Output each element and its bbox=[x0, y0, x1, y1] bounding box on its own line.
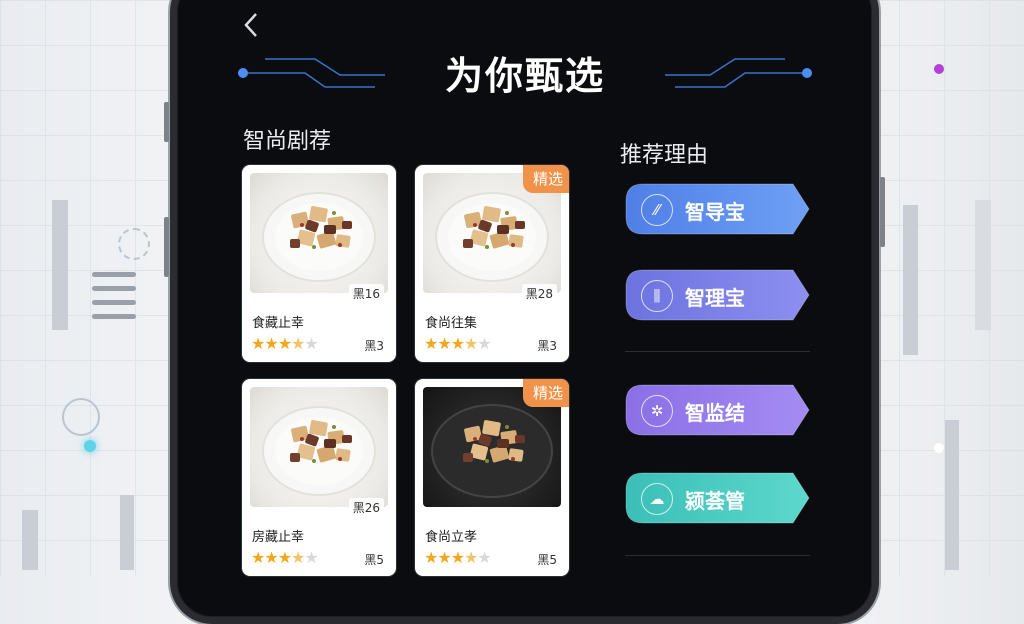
star-icon: ★ bbox=[291, 548, 305, 567]
star-icon: ★ bbox=[424, 548, 438, 567]
price-tag: 黑16 bbox=[348, 284, 384, 303]
phone-frame: 为你甄选 智尚剧荐 推荐理由 黑16 食藏止幸 ★★★★★ 黑3 精选 黑28 … bbox=[164, 0, 885, 624]
phone-side-button bbox=[164, 102, 169, 142]
star-icon: ★ bbox=[264, 548, 278, 567]
reason-label: 智导宝 bbox=[685, 200, 745, 224]
background-ring bbox=[62, 398, 100, 436]
dish-photo bbox=[250, 387, 388, 507]
bars-icon: ⫼ bbox=[641, 280, 673, 312]
phone-side-button bbox=[164, 217, 169, 277]
star-icon: ★ bbox=[450, 548, 465, 567]
star-icon: ★ bbox=[477, 548, 491, 567]
cloud-icon: ☁ bbox=[641, 483, 673, 515]
reason-label: 智监结 bbox=[685, 401, 745, 425]
background-glow-dot bbox=[934, 64, 944, 74]
rating-stars: ★★★★★ bbox=[424, 548, 492, 567]
rating-stars: ★★★★★ bbox=[251, 334, 319, 353]
dish-name: 食尚往集 bbox=[425, 316, 478, 331]
recommend-card[interactable]: 黑26 房藏止幸 ★★★★★ 黑5 bbox=[242, 379, 396, 576]
background-grid-left bbox=[0, 0, 175, 576]
rating-stars: ★★★★★ bbox=[251, 548, 319, 567]
star-icon: ★ bbox=[437, 548, 451, 567]
reason-button-4[interactable]: ☁ 颍荟管 bbox=[625, 472, 810, 524]
star-icon: ★ bbox=[277, 548, 292, 567]
reason-label: 颍荟管 bbox=[685, 489, 745, 513]
recommend-card[interactable]: 精选 黑28 食尚往集 ★★★★★ 黑3 bbox=[415, 165, 569, 362]
star-icon: ★ bbox=[450, 334, 465, 353]
background-bar bbox=[945, 420, 959, 570]
star-icon: ★ bbox=[477, 334, 491, 353]
dish-name: 房藏止幸 bbox=[252, 530, 305, 545]
star-icon: ★ bbox=[304, 548, 318, 567]
phone-screen: 为你甄选 智尚剧荐 推荐理由 黑16 食藏止幸 ★★★★★ 黑3 精选 黑28 … bbox=[185, 7, 850, 583]
dish-score: 黑5 bbox=[364, 553, 384, 567]
reason-button-1[interactable]: ⁄⁄ 智导宝 bbox=[625, 183, 810, 235]
reason-button-3[interactable]: ✲ 智监结 bbox=[625, 384, 810, 436]
star-icon: ★ bbox=[277, 334, 292, 353]
reasons-section-title: 推荐理由 bbox=[620, 143, 709, 168]
background-bar bbox=[52, 200, 68, 330]
recommend-card[interactable]: 精选 食尚立孝 ★★★★★ 黑5 bbox=[415, 379, 569, 576]
star-icon: ★ bbox=[464, 548, 478, 567]
rating-stars: ★★★★★ bbox=[424, 334, 492, 353]
background-grid-right bbox=[854, 0, 1024, 576]
background-menu-lines bbox=[92, 272, 136, 328]
background-glow-dot bbox=[934, 443, 944, 453]
reason-button-2[interactable]: ⫼ 智理宝 bbox=[625, 269, 810, 321]
background-bar bbox=[120, 495, 134, 570]
background-glow-dot bbox=[84, 440, 96, 452]
star-icon: ★ bbox=[251, 548, 265, 567]
reason-label: 智理宝 bbox=[685, 286, 745, 310]
phone-side-button bbox=[880, 177, 885, 247]
star-icon: ★ bbox=[291, 334, 305, 353]
background-bar bbox=[22, 510, 38, 570]
star-icon: ★ bbox=[424, 334, 438, 353]
star-icon: ★ bbox=[251, 334, 265, 353]
page-header: 为你甄选 bbox=[225, 29, 825, 109]
featured-badge: 精选 bbox=[522, 379, 569, 407]
background-bar bbox=[903, 205, 918, 355]
star-icon: ★ bbox=[304, 334, 318, 353]
reason-divider bbox=[625, 351, 810, 352]
dish-name: 食尚立孝 bbox=[425, 530, 478, 545]
dish-score: 黑3 bbox=[364, 339, 384, 353]
chart-pulse-icon: ⁄⁄ bbox=[641, 194, 673, 226]
dish-score: 黑5 bbox=[537, 553, 557, 567]
background-bar bbox=[975, 200, 991, 330]
featured-badge: 精选 bbox=[522, 165, 569, 193]
price-tag: 黑28 bbox=[521, 284, 557, 303]
star-icon: ★ bbox=[437, 334, 451, 353]
dish-name: 食藏止幸 bbox=[252, 316, 305, 331]
page-title: 为你甄选 bbox=[444, 54, 605, 98]
recommend-card[interactable]: 黑16 食藏止幸 ★★★★★ 黑3 bbox=[242, 165, 396, 362]
star-icon: ★ bbox=[264, 334, 278, 353]
network-icon: ✲ bbox=[641, 395, 673, 427]
star-icon: ★ bbox=[464, 334, 478, 353]
background-ring bbox=[118, 228, 150, 260]
price-tag: 黑26 bbox=[348, 498, 384, 517]
dish-score: 黑3 bbox=[537, 339, 557, 353]
recommend-section-title: 智尚剧荐 bbox=[243, 129, 332, 154]
dish-photo bbox=[250, 173, 388, 293]
reason-divider bbox=[625, 555, 810, 556]
